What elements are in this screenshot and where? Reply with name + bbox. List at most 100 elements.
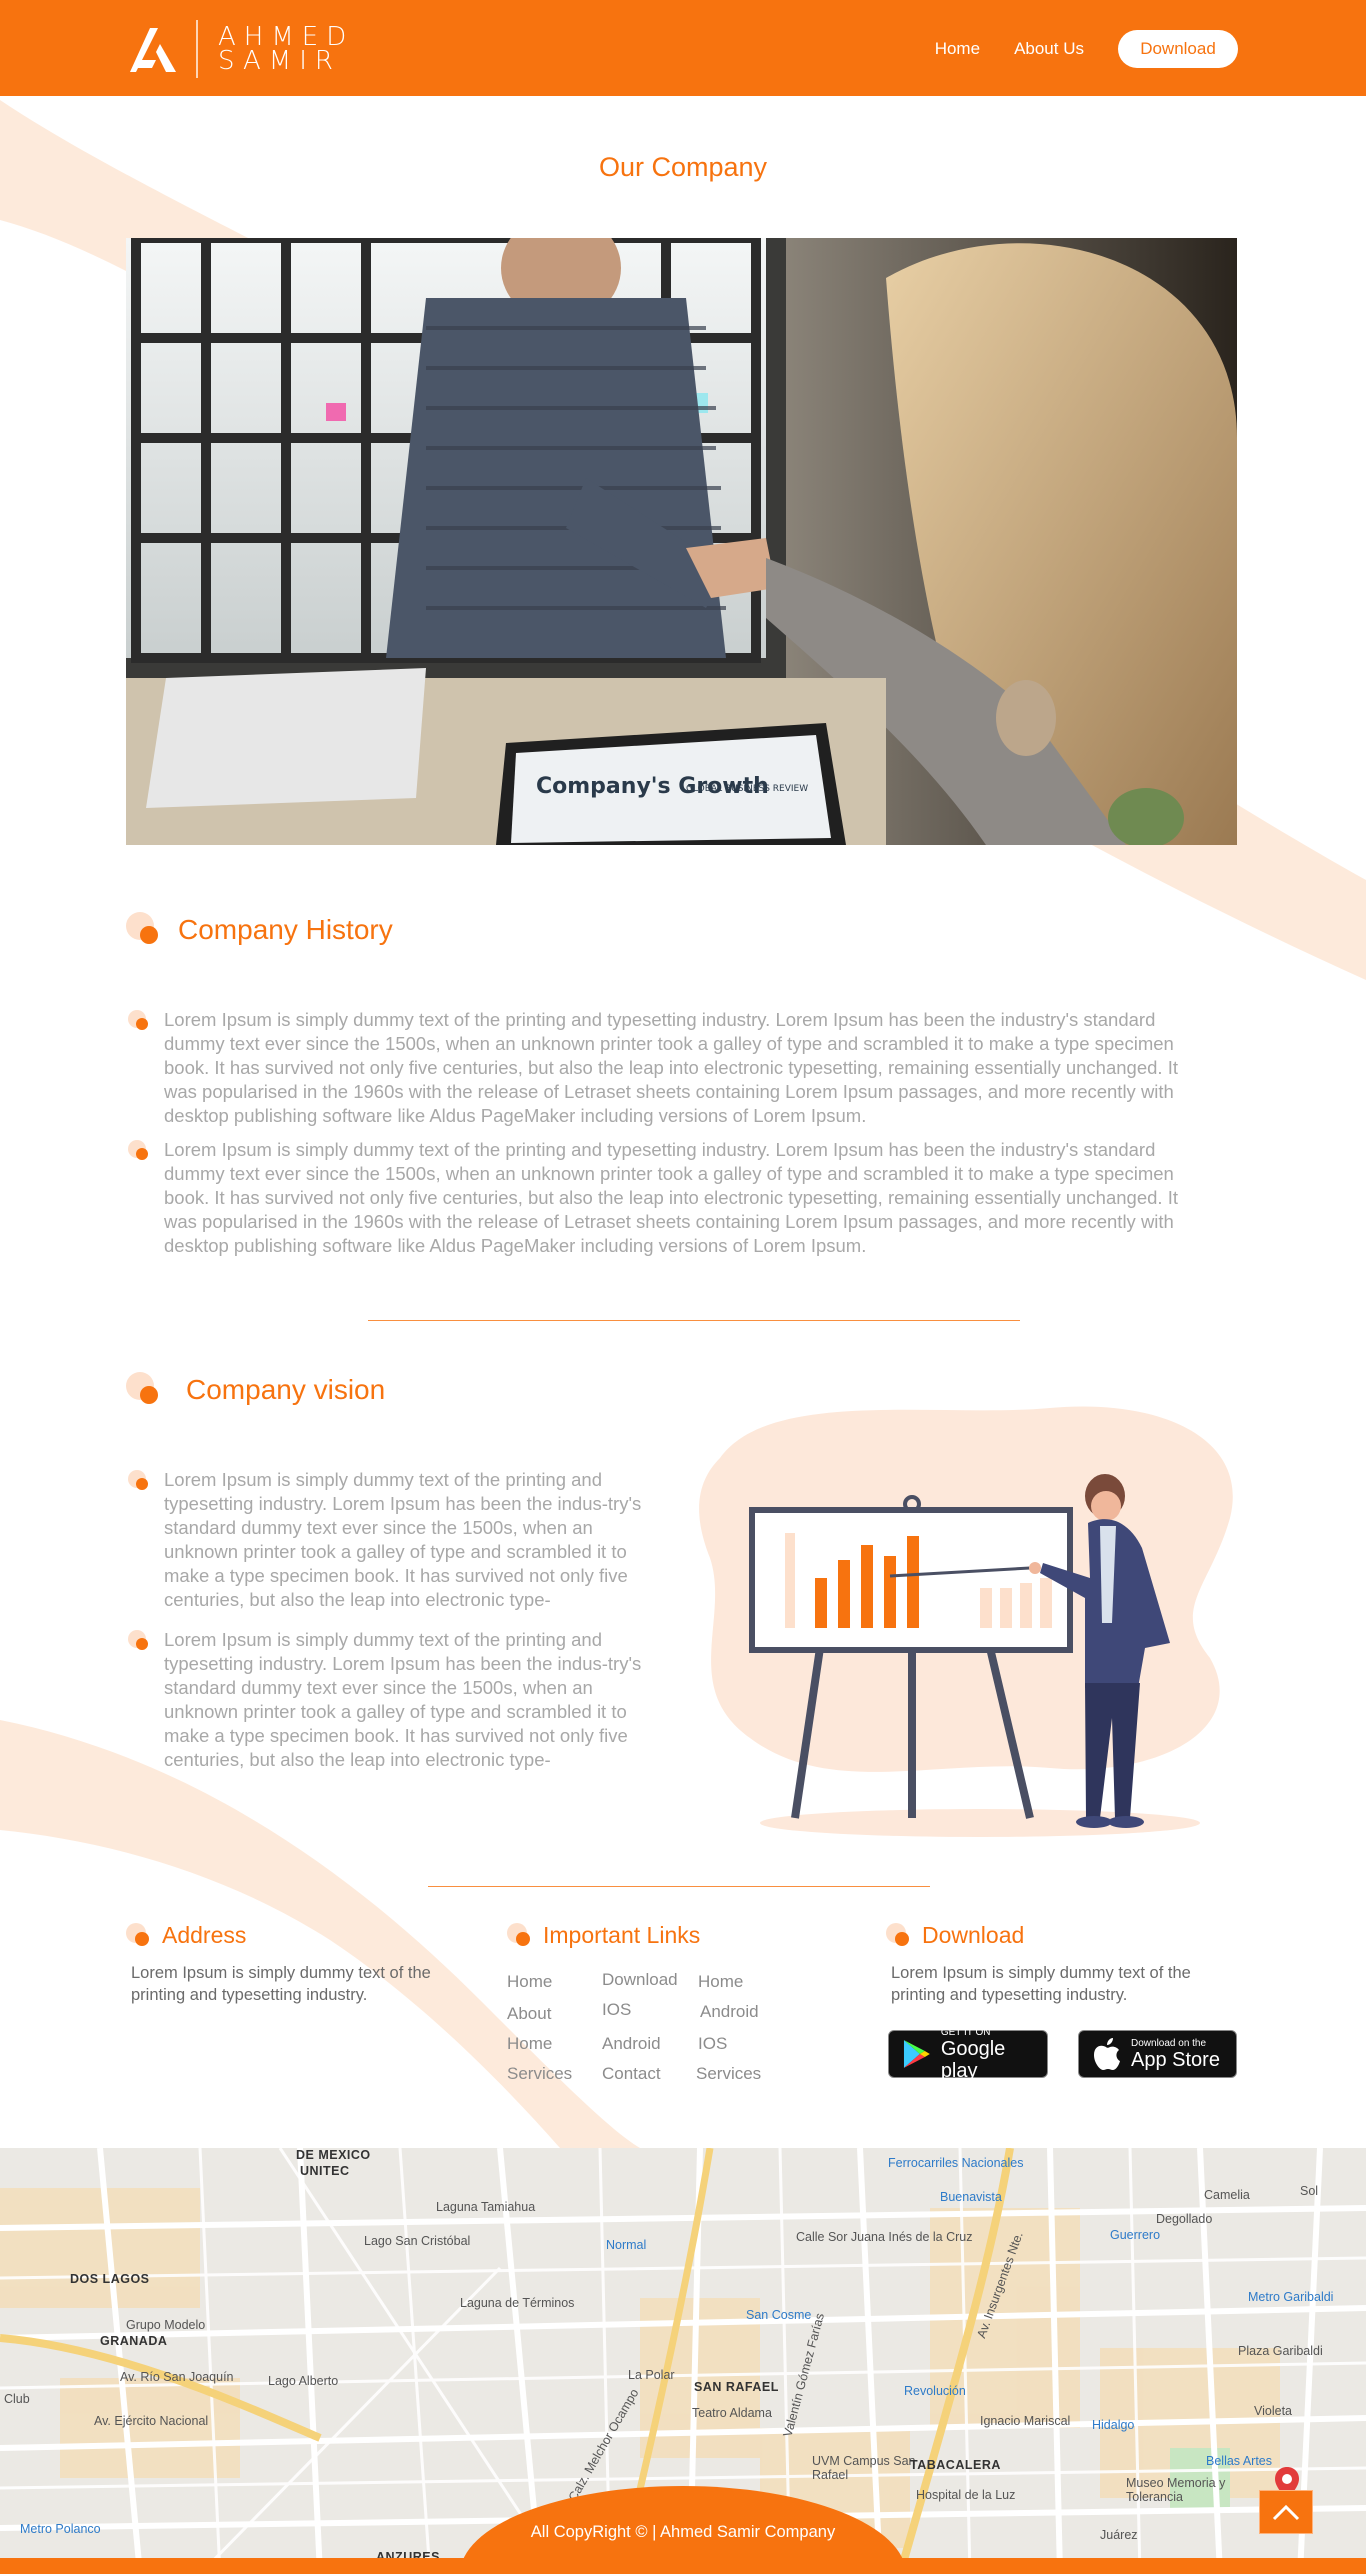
address-text: Lorem Ipsum is simply dummy text of the … bbox=[131, 1964, 431, 2004]
link-ios[interactable]: IOS bbox=[602, 2000, 631, 2020]
app-store-small: Download on the bbox=[1131, 2037, 1207, 2049]
map-label-ferrocarriles: Ferrocarriles Nacionales bbox=[888, 2156, 1024, 2170]
map-label-tamiahua: Laguna Tamiahua bbox=[436, 2200, 536, 2214]
map-label-ignacio-mariscal: Ignacio Mariscal bbox=[980, 2414, 1071, 2428]
bullet-dot-icon bbox=[126, 1372, 162, 1408]
google-play-small: GET IT ON bbox=[940, 2026, 991, 2038]
address-title: Address bbox=[162, 1922, 247, 1948]
hero-image: Company's Growth GLOBAL BUSINESS REVIEW bbox=[126, 238, 1237, 845]
vision-paragraph-1: Lorem Ipsum is simply dummy text of the … bbox=[128, 1468, 648, 1612]
map-label-alberto: Lago Alberto bbox=[268, 2374, 339, 2388]
history-title: Company History bbox=[178, 914, 393, 945]
history-paragraph-2: Lorem Ipsum is simply dummy text of the … bbox=[128, 1138, 1210, 1258]
link-home-3[interactable]: Home bbox=[698, 1972, 743, 1992]
bullet-dot-icon bbox=[128, 1140, 150, 1162]
vision-text-2: Lorem Ipsum is simply dummy text of the … bbox=[164, 1629, 642, 1770]
link-android[interactable]: Android bbox=[602, 2034, 661, 2054]
download-button[interactable]: Download bbox=[1118, 30, 1238, 68]
map-label-plaza-garibaldi: Plaza Garibaldi bbox=[1238, 2344, 1323, 2358]
map-label-cristobal: Lago San Cristóbal bbox=[364, 2234, 471, 2248]
vision-heading: Company vision bbox=[126, 1372, 385, 1408]
link-download[interactable]: Download bbox=[602, 1970, 678, 1990]
link-services-2[interactable]: Services bbox=[696, 2064, 761, 2084]
link-android-2[interactable]: Android bbox=[700, 2002, 759, 2022]
google-play-button[interactable]: GET IT ON Google play bbox=[888, 2026, 1048, 2082]
section-divider bbox=[368, 1320, 1020, 1321]
links-heading: Important Links bbox=[507, 1922, 700, 1949]
app-store-big: App Store bbox=[1131, 2048, 1220, 2071]
footer-bar bbox=[0, 2558, 1366, 2574]
copyright-text: All CopyRight © | Ahmed Samir Company bbox=[530, 2523, 836, 2541]
link-home[interactable]: Home bbox=[507, 1972, 552, 1992]
chevron-up-icon bbox=[1272, 2504, 1300, 2521]
logo-line-2: SAMIR bbox=[218, 46, 341, 76]
map-label-buenavista: Buenavista bbox=[940, 2190, 1002, 2204]
map-label-guerrero: Guerrero bbox=[1110, 2228, 1161, 2242]
vision-text-1: Lorem Ipsum is simply dummy text of the … bbox=[164, 1469, 642, 1610]
nav-home-link[interactable]: Home bbox=[935, 39, 980, 59]
logo-text: AHMED SAMIR bbox=[218, 24, 354, 76]
history-text-2: Lorem Ipsum is simply dummy text of the … bbox=[164, 1139, 1178, 1256]
link-services[interactable]: Services bbox=[507, 2064, 572, 2084]
top-navbar: AHMED SAMIR Home About Us Download bbox=[0, 0, 1366, 96]
link-home-2[interactable]: Home bbox=[507, 2034, 552, 2054]
logo-mark-icon bbox=[130, 28, 176, 72]
map-label-ejercito: Av. Ejército Nacional bbox=[94, 2414, 209, 2428]
address-heading: Address bbox=[126, 1922, 246, 1949]
nav-about-link[interactable]: About Us bbox=[1014, 39, 1084, 59]
history-text-1: Lorem Ipsum is simply dummy text of the … bbox=[164, 1009, 1178, 1126]
map-label-hospital: Hospital de la Luz bbox=[916, 2488, 1016, 2502]
logo-divider bbox=[196, 20, 198, 78]
map-label-degollado: Degollado bbox=[1156, 2212, 1213, 2226]
presentation-illustration bbox=[699, 1406, 1233, 1837]
link-ios-2[interactable]: IOS bbox=[698, 2034, 727, 2054]
map-label-tabacalera: TABACALERA bbox=[910, 2458, 1001, 2472]
map-label-normal: Normal bbox=[606, 2238, 647, 2252]
map-label-sor-juana: Calle Sor Juana Inés de la Cruz bbox=[796, 2230, 973, 2244]
bullet-dot-icon bbox=[507, 1922, 533, 1949]
map-label-teatro-aldama: Teatro Aldama bbox=[692, 2406, 772, 2420]
map-label-violeta: Violeta bbox=[1254, 2404, 1292, 2418]
bullet-dot-icon bbox=[886, 1922, 912, 1949]
map-label-unitec: UNITEC bbox=[300, 2164, 350, 2178]
map-label-sol: Sol bbox=[1300, 2184, 1319, 2198]
map-label-san-cosme: San Cosme bbox=[746, 2308, 812, 2322]
history-heading: Company History bbox=[126, 912, 393, 948]
download-text: Lorem Ipsum is simply dummy text of the … bbox=[891, 1964, 1191, 2004]
link-about[interactable]: About bbox=[507, 2004, 551, 2024]
link-contact[interactable]: Contact bbox=[602, 2064, 661, 2084]
map-label-san-rafael: SAN RAFAEL bbox=[694, 2380, 779, 2394]
map-label-museo-memoria: Museo Memoria y Tolerancia bbox=[1126, 2476, 1226, 2504]
download-title: Download bbox=[922, 1922, 1025, 1948]
vision-title: Company vision bbox=[186, 1374, 386, 1405]
map-label-club: Club bbox=[4, 2392, 30, 2406]
logo[interactable]: AHMED SAMIR bbox=[126, 20, 354, 78]
map-label-camelia: Camelia bbox=[1204, 2188, 1250, 2202]
back-to-top-button[interactable] bbox=[1259, 2490, 1313, 2534]
footer-divider bbox=[428, 1886, 930, 1887]
map-label-metro-polanco: Metro Polanco bbox=[20, 2522, 101, 2536]
map-label-rio-san-joaquin: Av. Río San Joaquín bbox=[120, 2370, 234, 2384]
map-label-dos-lagos: DOS LAGOS bbox=[70, 2272, 150, 2286]
laptop-screen-subtitle: GLOBAL BUSINESS REVIEW bbox=[686, 784, 808, 794]
map-label-mexico: DE MEXICO bbox=[296, 2148, 371, 2162]
page-title: Our Company bbox=[598, 152, 768, 182]
download-heading: Download bbox=[886, 1922, 1024, 1949]
app-store-button[interactable]: Download on the App Store bbox=[1078, 2030, 1237, 2078]
handshake-photo: Company's Growth GLOBAL BUSINESS REVIEW bbox=[126, 238, 1237, 845]
map-label-uvm: UVM Campus San Rafael bbox=[812, 2454, 916, 2482]
main-nav: Home About Us Download bbox=[935, 30, 1238, 68]
bullet-dot-icon bbox=[128, 1010, 150, 1032]
vision-paragraph-2: Lorem Ipsum is simply dummy text of the … bbox=[128, 1628, 648, 1772]
apple-icon bbox=[1094, 2038, 1120, 2070]
map-label-metro-garibaldi: Metro Garibaldi bbox=[1248, 2290, 1334, 2304]
links-title: Important Links bbox=[543, 1922, 701, 1948]
map-label-juarez: Juárez bbox=[1100, 2528, 1138, 2542]
map-label-revolucion: Revolución bbox=[904, 2384, 966, 2398]
map-label-granada: GRANADA bbox=[100, 2334, 168, 2348]
bullet-dot-icon bbox=[126, 912, 162, 948]
google-play-big: Google play bbox=[940, 2037, 1006, 2082]
map-label-grupo-modelo: Grupo Modelo bbox=[126, 2318, 206, 2332]
map-label-hidalgo: Hidalgo bbox=[1092, 2418, 1135, 2432]
map-label-terminos: Laguna de Términos bbox=[460, 2296, 575, 2310]
